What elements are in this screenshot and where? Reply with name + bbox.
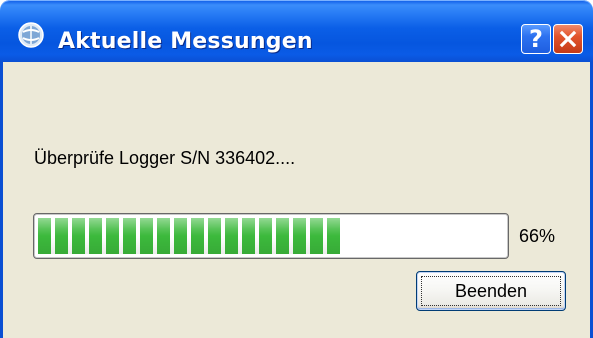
title-bar[interactable]: Aktuelle Messungen ? bbox=[0, 0, 593, 62]
help-icon: ? bbox=[529, 24, 543, 53]
progress-bar bbox=[33, 213, 509, 259]
progress-dialog: Aktuelle Messungen ? Überprüfe Logger S/… bbox=[0, 0, 593, 338]
close-button[interactable] bbox=[553, 24, 583, 54]
window-title: Aktuelle Messungen bbox=[58, 29, 313, 54]
logger-globe-icon bbox=[18, 22, 44, 48]
end-button[interactable]: Beenden bbox=[416, 271, 566, 311]
progress-percent-label: 66% bbox=[519, 226, 556, 246]
help-button[interactable]: ? bbox=[521, 24, 551, 54]
end-button-label: Beenden bbox=[454, 280, 528, 301]
close-icon bbox=[559, 30, 577, 48]
status-message: Überprüfe Logger S/N 336402.... bbox=[34, 148, 296, 168]
progress-bar-fill bbox=[38, 218, 340, 254]
